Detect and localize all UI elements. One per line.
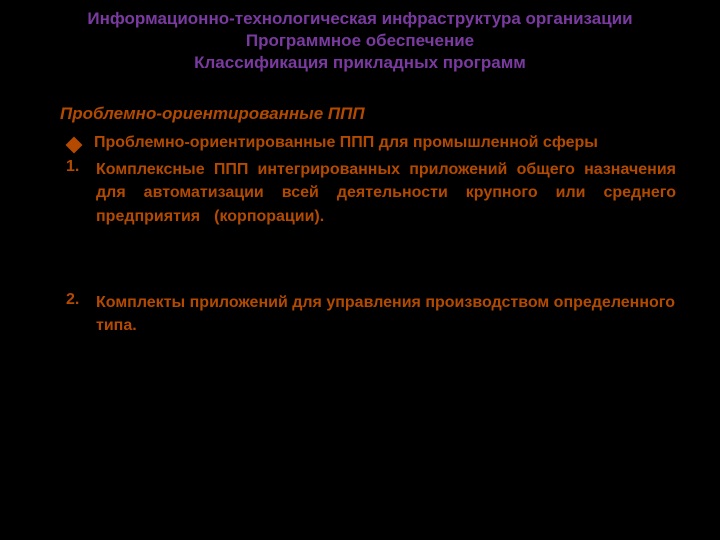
list-item: 1. Комплексные ППП интегрированных прило… [66, 158, 676, 251]
slide-body: Проблемно-ориентированные ППП Проблемно-… [0, 84, 720, 360]
header-line-1: Информационно-технологическая инфраструк… [20, 8, 700, 30]
diamond-icon [66, 137, 83, 154]
section-subtitle: Проблемно-ориентированные ППП [60, 104, 676, 124]
bullet-text: Проблемно-ориентированные ППП для промыш… [94, 134, 598, 152]
list-rest: Комплекты из России получили название — … [96, 317, 665, 357]
list-body: Комплекты приложений для управления прои… [96, 291, 676, 361]
bullet-item: Проблемно-ориентированные ППП для промыш… [68, 134, 676, 152]
header-line-3: Классификация прикладных программ [20, 52, 700, 74]
list-number: 2. [66, 291, 90, 361]
list-body: Комплексные ППП интегрированных приложен… [96, 158, 676, 251]
slide: Информационно-технологическая инфраструк… [0, 0, 720, 540]
header-line-2: Программное обеспечение [20, 30, 700, 52]
list-number: 1. [66, 158, 90, 251]
list-item: 2. Комплекты приложений для управления п… [66, 291, 676, 361]
slide-header: Информационно-технологическая инфраструк… [0, 0, 720, 84]
